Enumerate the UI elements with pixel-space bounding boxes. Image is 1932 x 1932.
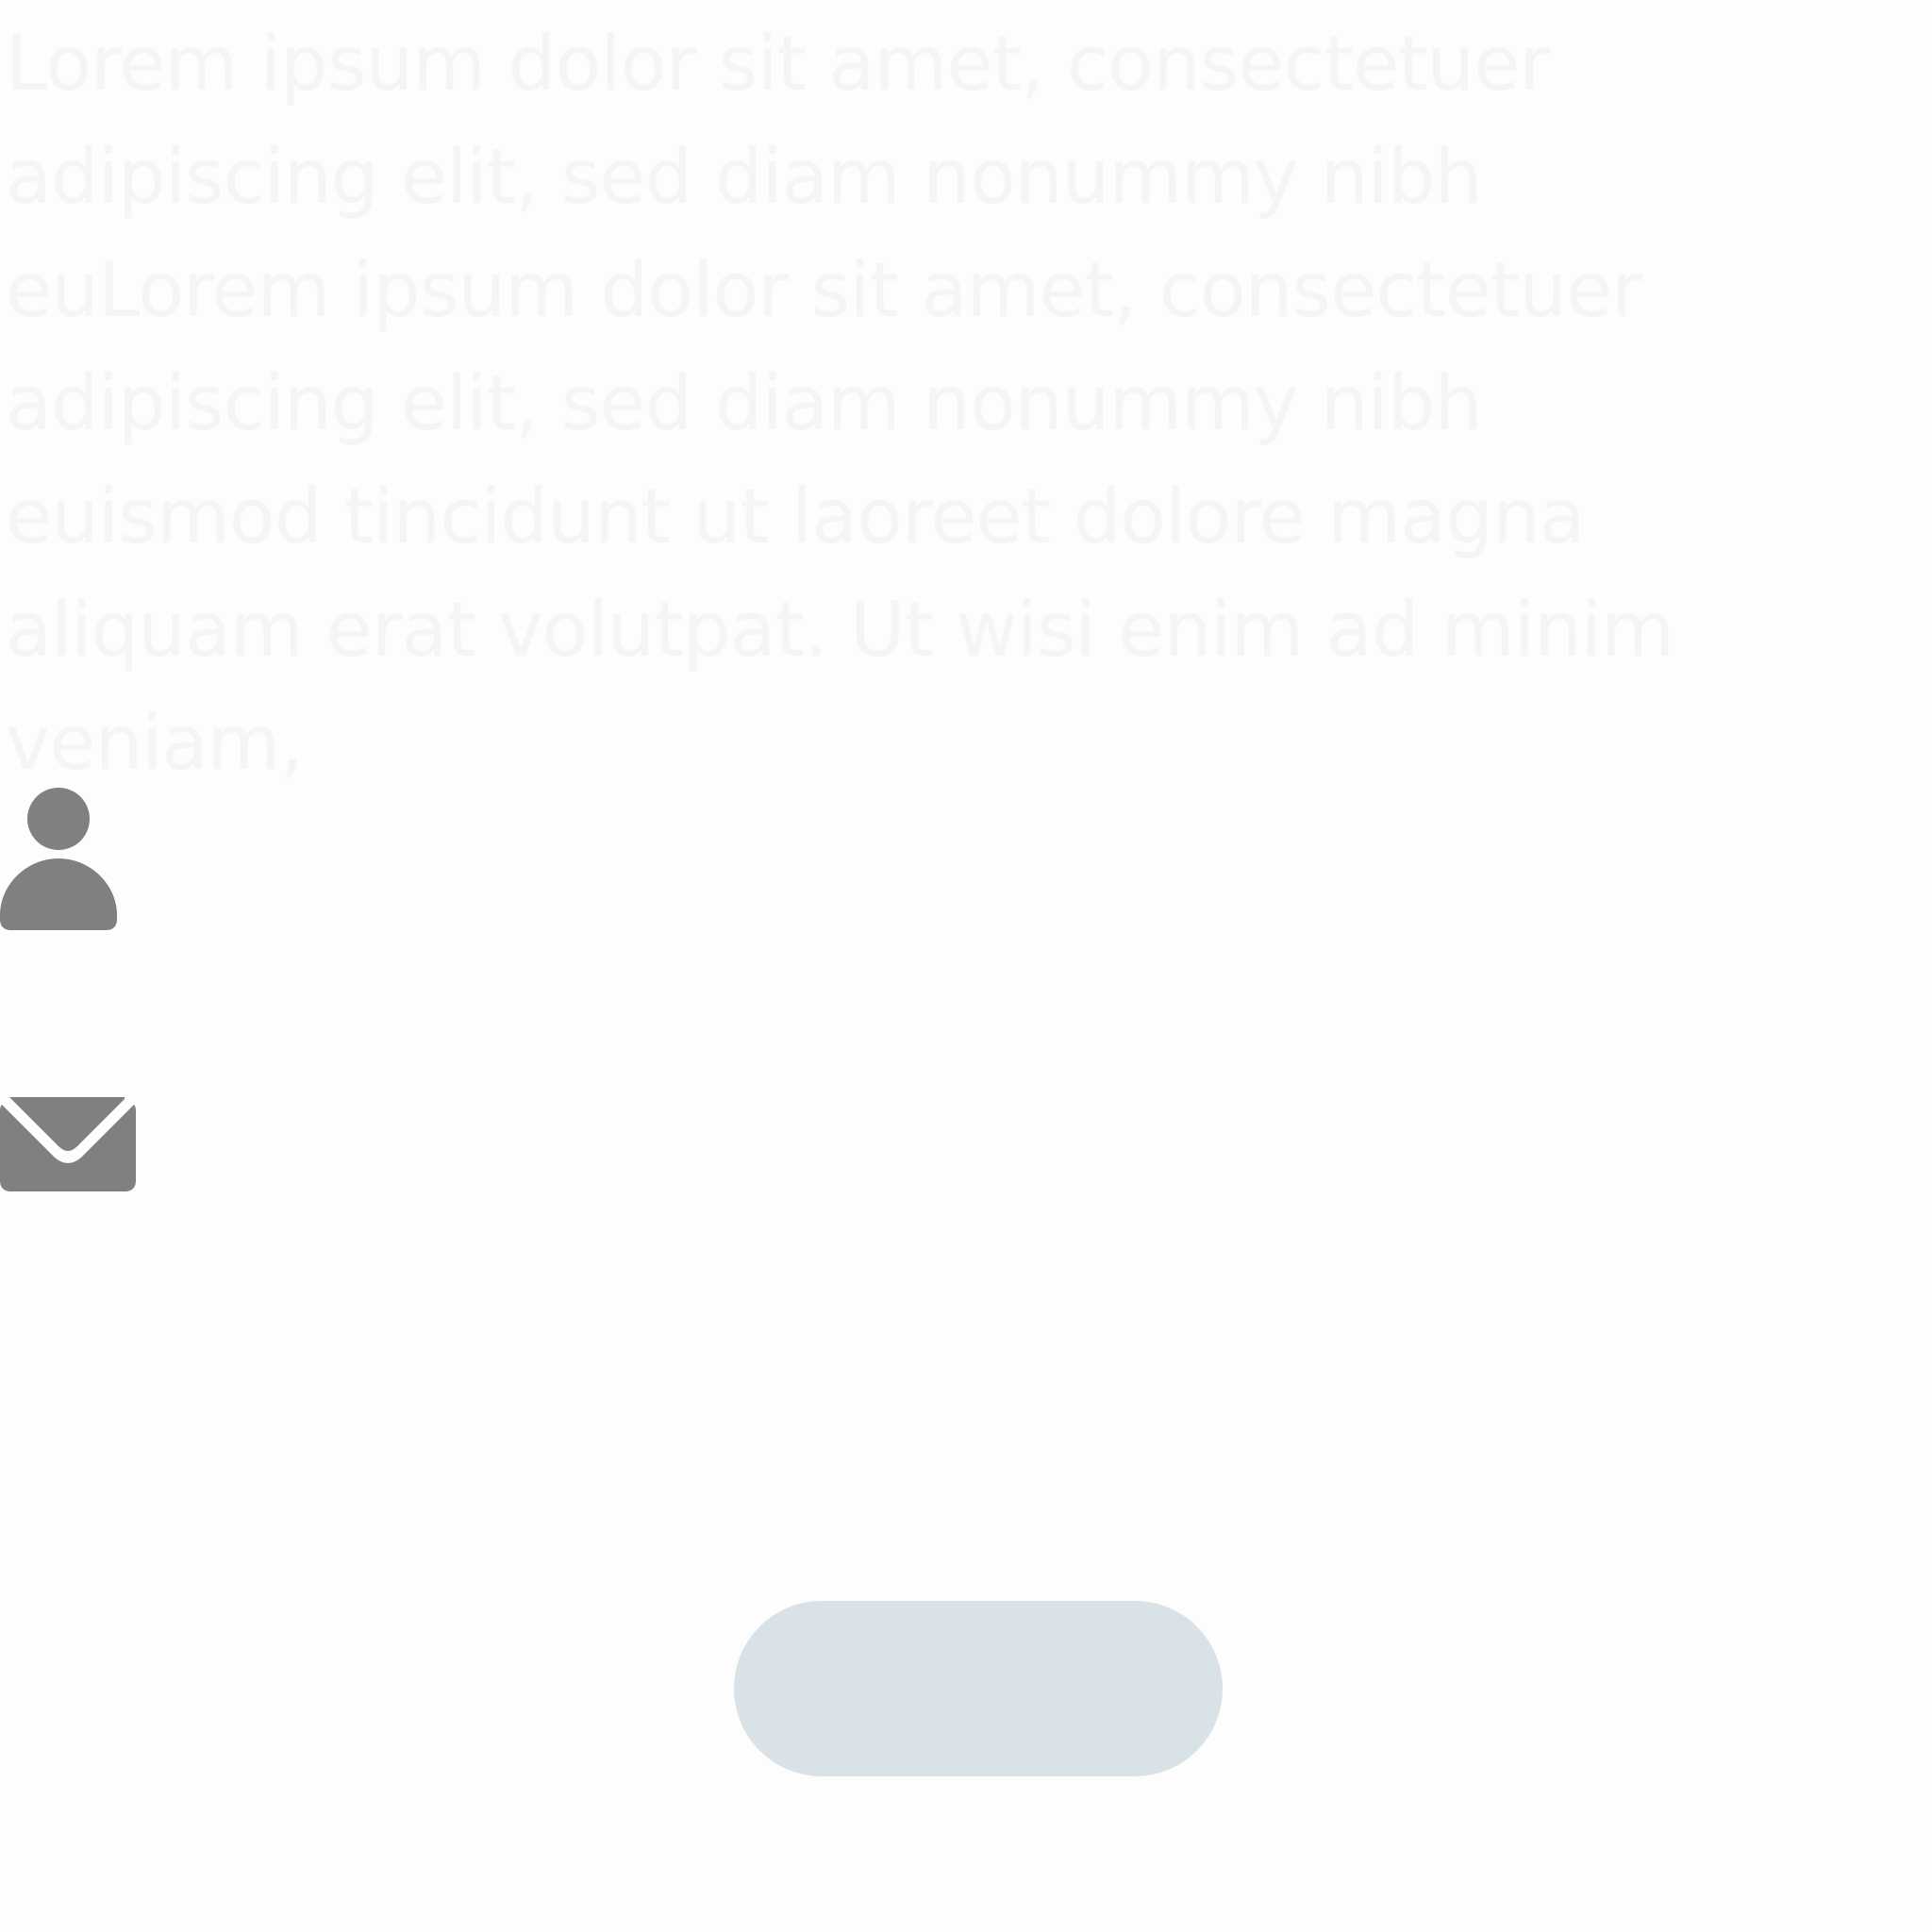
- name-field-row[interactable]: [0, 782, 1321, 935]
- submit-button[interactable]: [734, 1601, 1223, 1776]
- intro-text: Lorem ipsum dolor sit amet, consectetuer…: [6, 20, 1674, 787]
- name-input[interactable]: [155, 782, 1321, 935]
- email-input[interactable]: [174, 1093, 1321, 1195]
- mail-icon: [0, 1097, 136, 1191]
- user-icon: [0, 788, 117, 930]
- email-field-row[interactable]: [0, 1093, 1321, 1195]
- page: Lorem ipsum dolor sit amet, consectetuer…: [0, 0, 1932, 1932]
